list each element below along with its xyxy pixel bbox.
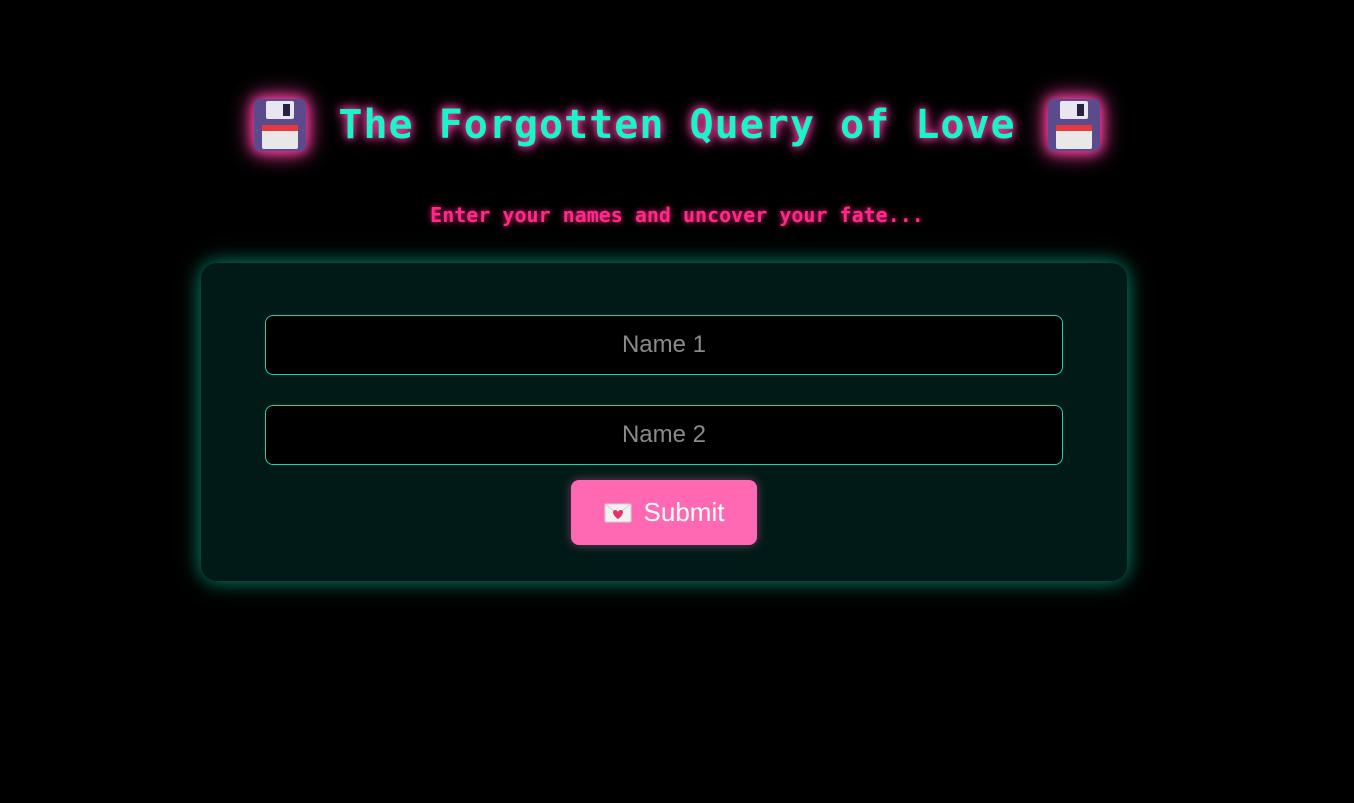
page-subtitle: Enter your names and uncover your fate..… <box>430 203 924 227</box>
page-title: The Forgotten Query of Love <box>338 102 1016 148</box>
name-form-card: Submit <box>201 263 1127 581</box>
love-letter-icon <box>604 503 632 522</box>
submit-button[interactable]: Submit <box>571 480 757 545</box>
floppy-disk-icon <box>254 99 307 151</box>
name-2-input[interactable] <box>265 405 1063 465</box>
submit-button-label: Submit <box>643 497 725 527</box>
name-1-input[interactable] <box>265 315 1063 375</box>
header: The Forgotten Query of Love <box>0 90 1354 160</box>
floppy-disk-icon <box>1047 99 1100 151</box>
